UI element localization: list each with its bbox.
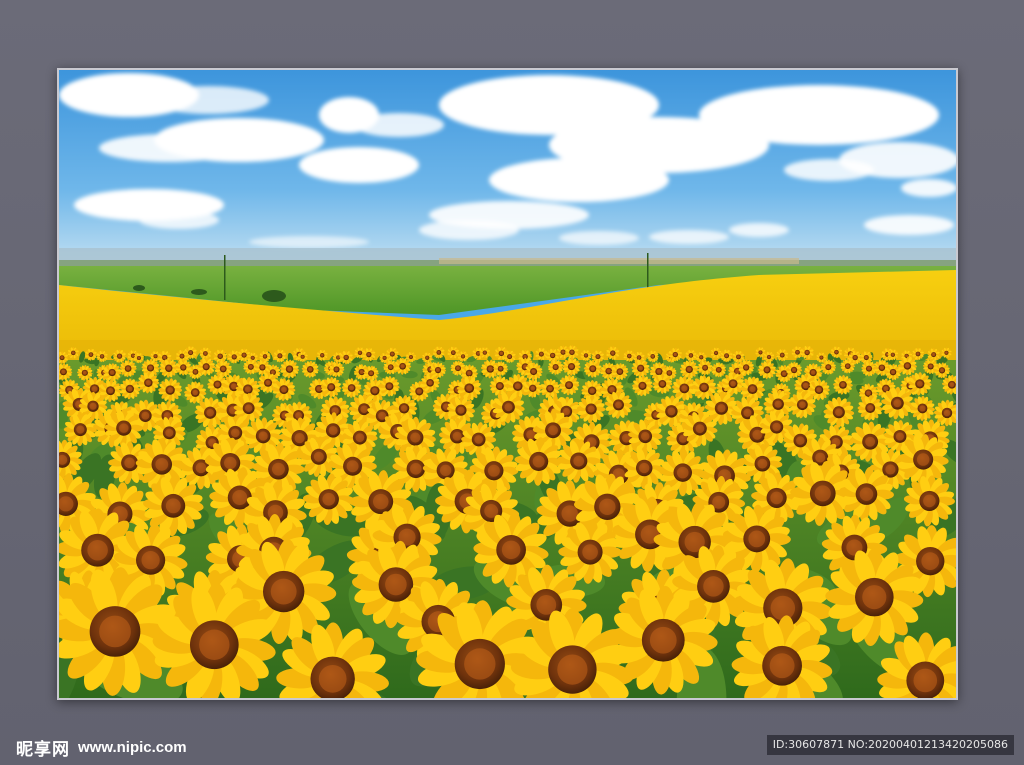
watermark-site-url: www.nipic.com — [78, 738, 187, 756]
sunflowers — [59, 345, 956, 698]
watermark-logo-block: 昵享网 www.nipic.com — [16, 736, 187, 760]
sunflower-field-photo — [59, 70, 956, 698]
watermark-id-badge: ID:30607871 NO:20200401213420205086 — [766, 735, 1014, 755]
photo-frame — [57, 68, 958, 700]
watermark-logo-text: 昵享网 — [16, 739, 70, 760]
